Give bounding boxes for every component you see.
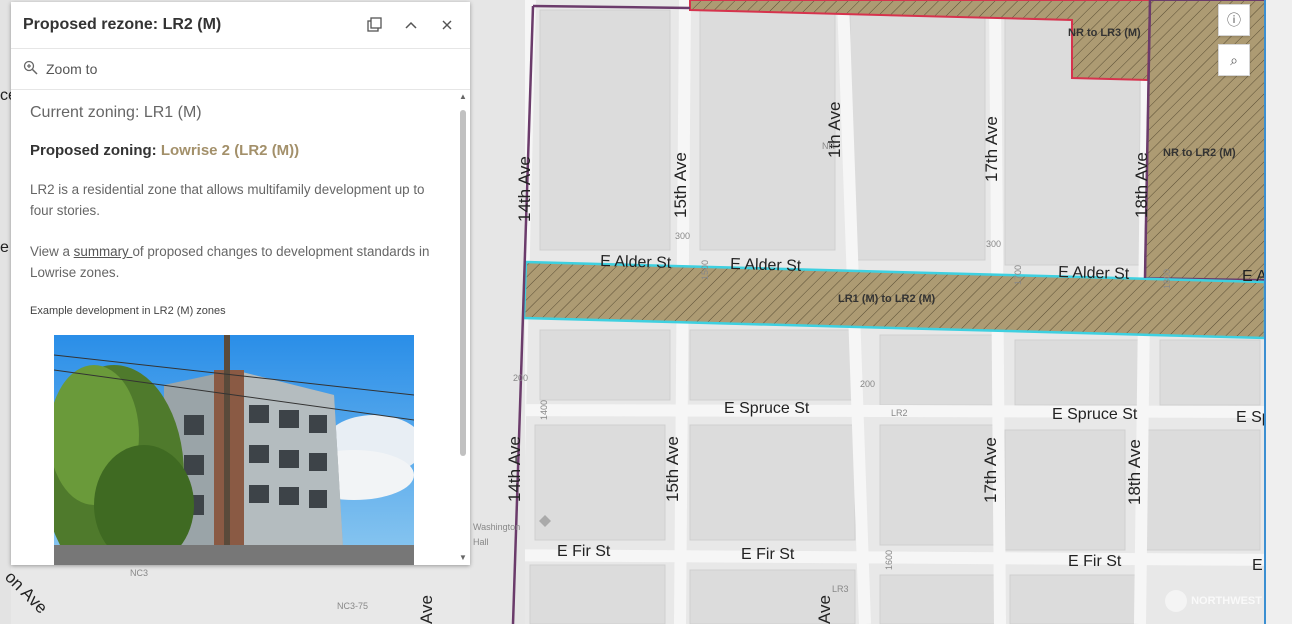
address-label: 200: [513, 373, 528, 383]
zoom-to-button[interactable]: Zoom to: [11, 49, 470, 90]
street-label: 17th Ave: [982, 116, 1001, 182]
street-label: 18th Ave: [1125, 439, 1144, 505]
example-development-photo: [54, 335, 414, 565]
street-label: 14th Ave: [505, 436, 524, 502]
photo-caption: Example development in LR2 (M) zones: [30, 305, 226, 317]
summary-link[interactable]: summary: [74, 244, 133, 259]
zone-label[interactable]: NR to LR3 (M): [1068, 27, 1141, 39]
address-label: 1700: [1013, 265, 1023, 285]
map-border: [1264, 0, 1266, 624]
zone-code-label: LR2: [891, 408, 908, 418]
watermark-logo-icon: [1165, 590, 1188, 612]
zone-code-label: NR: [822, 141, 835, 151]
dock-icon[interactable]: [364, 14, 386, 36]
zoom-to-label: Zoom to: [46, 61, 98, 77]
watermark-text: NORTHWEST: [1191, 595, 1262, 607]
proposed-zoning: Proposed zoning: Lowrise 2 (LR2 (M)): [30, 142, 437, 159]
close-icon[interactable]: [436, 14, 458, 36]
street-label: E Fir St: [557, 543, 611, 560]
popup-panel: Proposed rezone: LR2 (M) Zoom to Current…: [11, 2, 470, 565]
scroll-up-icon[interactable]: ▲: [458, 92, 468, 102]
street-label: E Fir St: [741, 546, 795, 563]
zone-code-label: NC3: [130, 568, 148, 578]
zone-code-label: NC3-75: [337, 601, 368, 611]
street-label: Ave: [815, 595, 834, 624]
popup-header: Proposed rezone: LR2 (M): [11, 2, 470, 49]
zone-label[interactable]: LR1 (M) to LR2 (M): [838, 293, 935, 305]
street-label: E Alder St: [600, 253, 672, 272]
place-label: Washington: [473, 522, 520, 532]
info-icon: ⓘ: [1227, 12, 1241, 28]
street-label: E: [1252, 557, 1263, 574]
street-label: 15th Ave: [663, 436, 682, 502]
address-label: 300: [986, 239, 1001, 249]
zone-code-label: LR3: [832, 584, 849, 594]
street-label: E Alder St: [1058, 264, 1130, 283]
proposed-label: Proposed zoning:: [30, 142, 161, 159]
watermark: NORTHWEST: [1165, 590, 1262, 612]
summary-paragraph: View a summary of proposed changes to de…: [30, 241, 437, 283]
address-label: 1600: [884, 550, 894, 570]
collapse-icon[interactable]: [400, 14, 422, 36]
proposed-value: Lowrise 2 (LR2 (M)): [160, 142, 300, 159]
address-label: 1800: [1162, 269, 1172, 289]
info-button[interactable]: ⓘ: [1218, 4, 1250, 36]
zone-label[interactable]: NR to LR2 (M): [1163, 147, 1236, 159]
popup-title: Proposed rezone: LR2 (M): [23, 16, 222, 33]
street-label: Ave: [417, 595, 436, 624]
address-label: 1400: [539, 400, 549, 420]
zoom-in-icon: [23, 60, 38, 78]
current-zoning: Current zoning: LR1 (M): [30, 104, 202, 121]
street-label: e: [0, 239, 9, 256]
place-label: Hall: [473, 537, 489, 547]
search-map-button[interactable]: ⌕: [1218, 44, 1250, 76]
search-icon: ⌕: [1230, 51, 1238, 68]
street-label: 17th Ave: [981, 437, 1000, 503]
street-label: E Spruce St: [724, 400, 810, 417]
scroll-down-icon[interactable]: ▼: [458, 553, 468, 563]
address-label: 1500: [700, 260, 710, 280]
popup-scrollbar[interactable]: ▲ ▼: [458, 92, 468, 563]
view-prefix: View a: [30, 244, 74, 259]
street-label: 14th Ave: [515, 156, 534, 222]
address-label: 200: [860, 379, 875, 389]
zone-description: LR2 is a residential zone that allows mu…: [30, 182, 425, 218]
street-label: E Alder St: [730, 256, 802, 275]
popup-content: Current zoning: LR1 (M) Proposed zoning:…: [11, 90, 456, 565]
street-label: E Fir St: [1068, 553, 1122, 570]
address-label: 300: [675, 231, 690, 241]
map-edge: [1266, 0, 1292, 624]
scroll-thumb[interactable]: [460, 110, 466, 456]
street-label: E Spruce St: [1052, 406, 1138, 423]
street-label: 15th Ave: [671, 152, 690, 218]
street-label: 18th Ave: [1132, 152, 1151, 218]
